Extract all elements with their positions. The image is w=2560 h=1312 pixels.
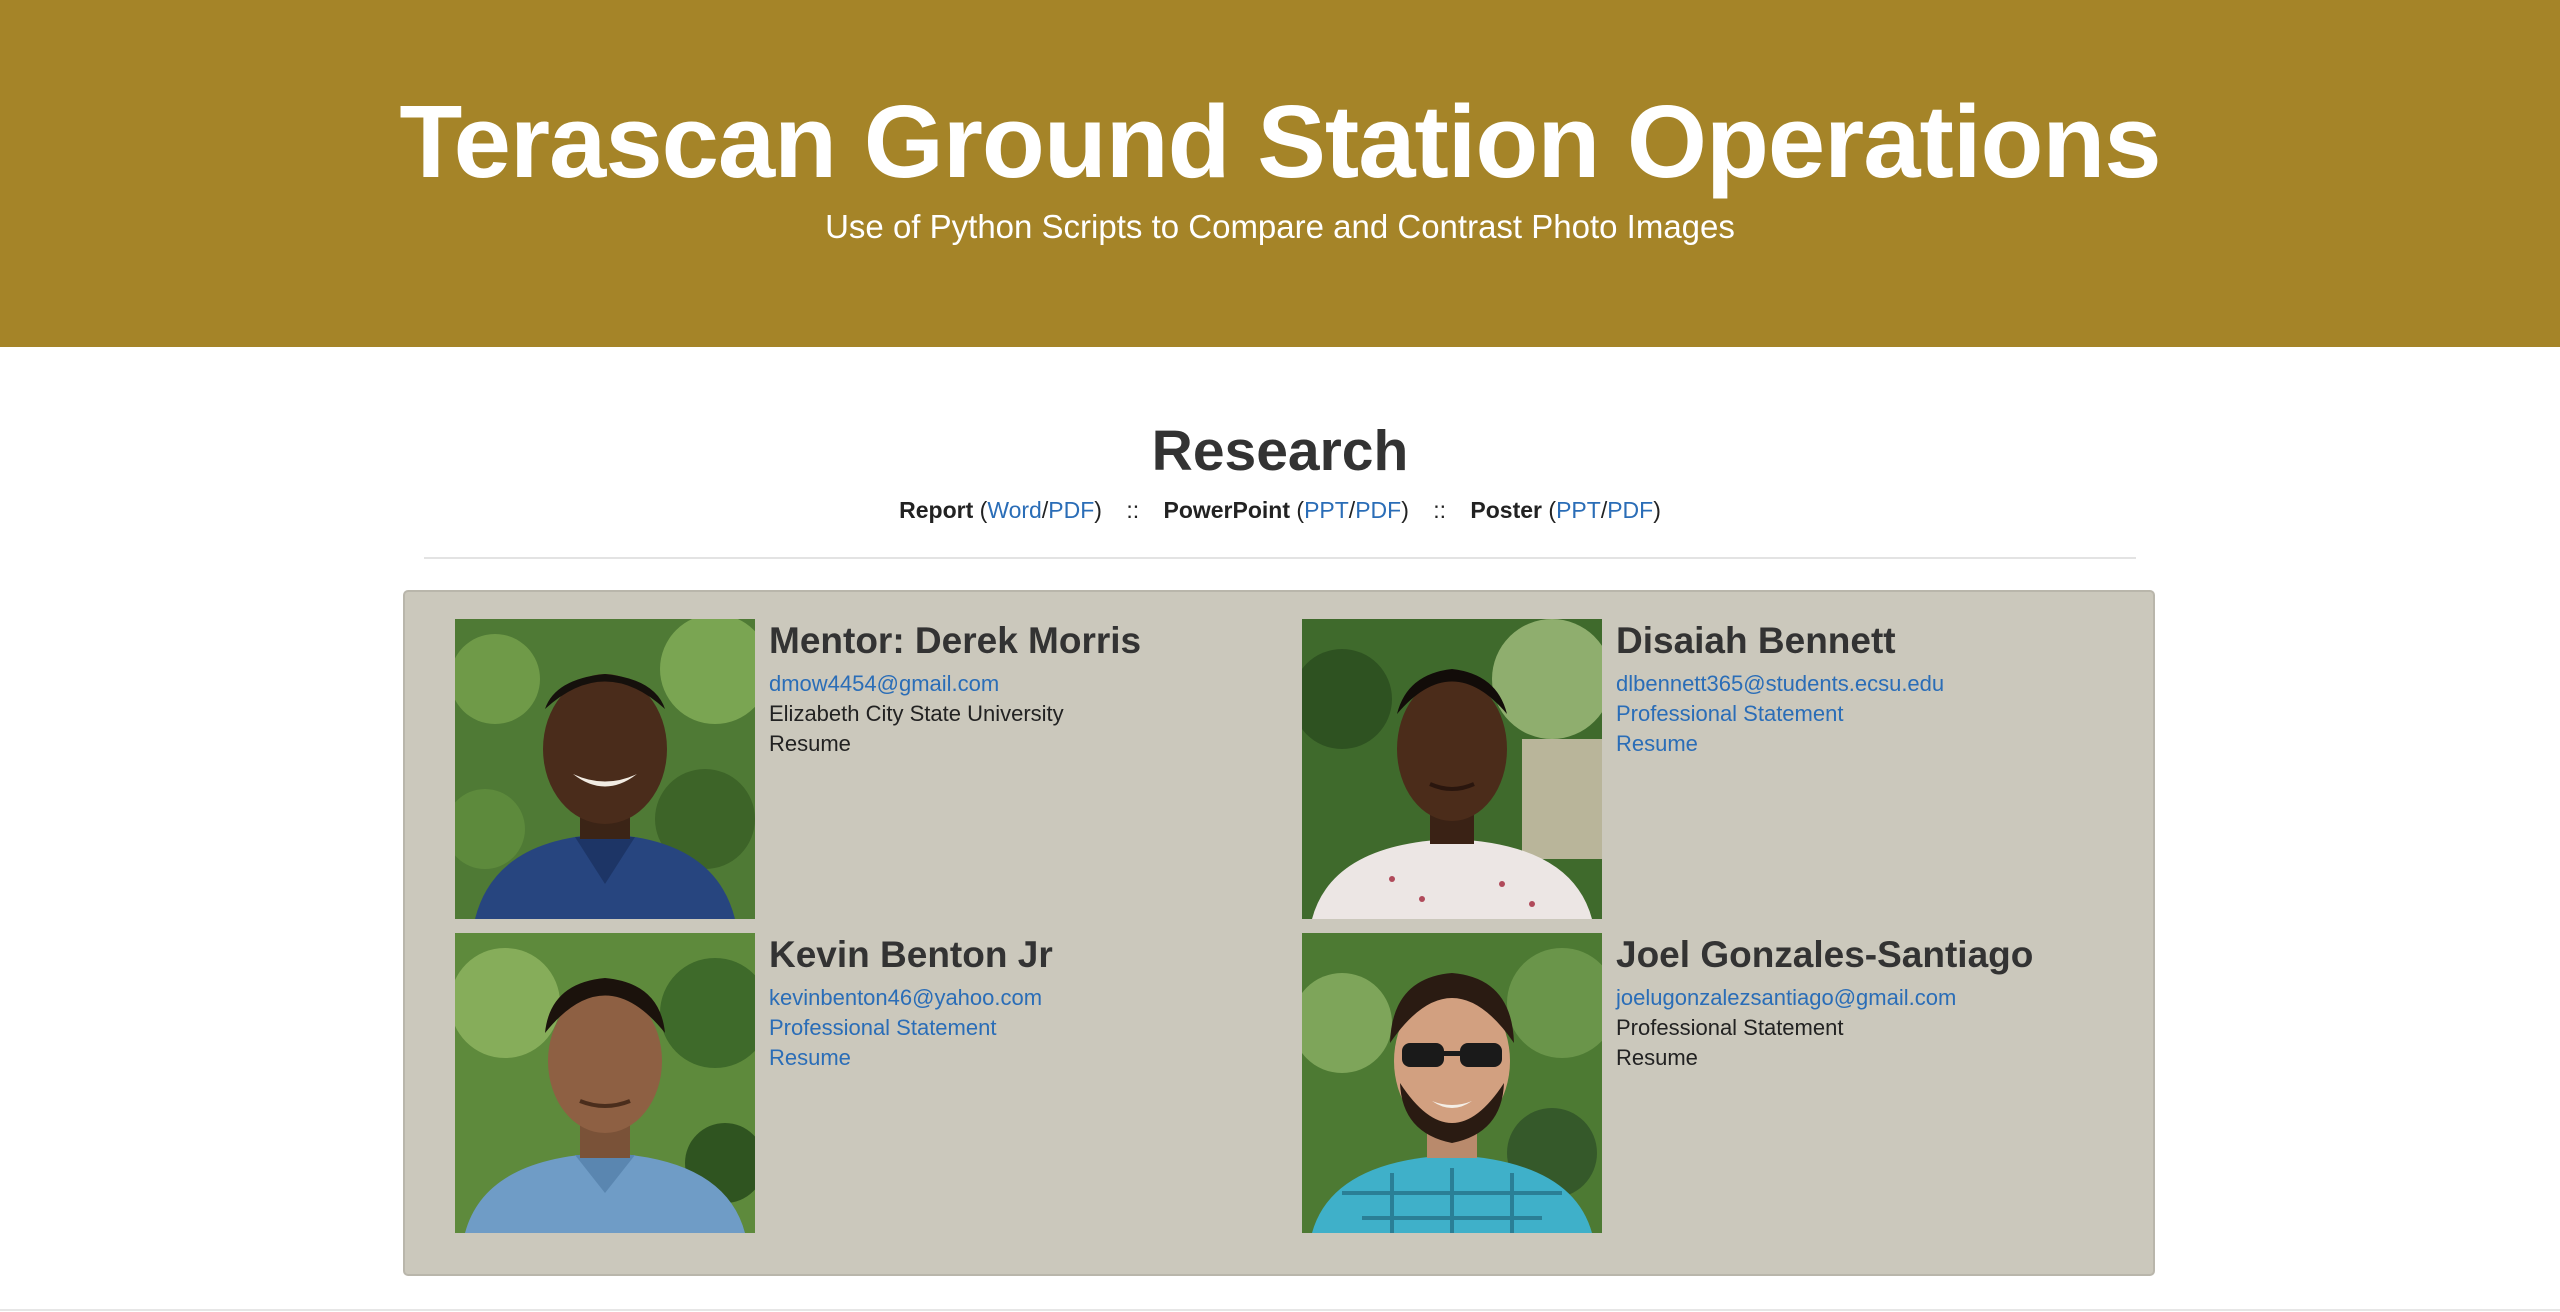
powerpoint-label: PowerPoint (1163, 497, 1290, 523)
team-panel: Mentor: Derek Morris dmow4454@gmail.com … (403, 590, 2155, 1276)
research-documents: Report (Word/PDF) :: PowerPoint (PPT/PDF… (899, 497, 1661, 523)
page-subtitle: Use of Python Scripts to Compare and Con… (825, 208, 1735, 245)
member-info: Kevin Benton Jr kevinbenton46@yahoo.com … (769, 933, 1053, 1073)
profile-photo (1302, 933, 1602, 1233)
team-member-card: Kevin Benton Jr kevinbenton46@yahoo.com … (455, 933, 1275, 1233)
poster-ppt-link[interactable]: PPT (1556, 497, 1601, 523)
profile-photo (455, 933, 755, 1233)
footer-divider (0, 1309, 2560, 1311)
separator: :: (1126, 497, 1140, 523)
resume-link[interactable]: Resume (1616, 731, 1698, 756)
member-resume-text: Resume (769, 731, 851, 756)
report-word-link[interactable]: Word (987, 497, 1042, 523)
poster-pdf-link[interactable]: PDF (1607, 497, 1653, 523)
research-heading: Research (1151, 419, 1409, 483)
profile-photo (455, 619, 755, 919)
page-title: Terascan Ground Station Operations (399, 84, 2161, 199)
member-info: Disaiah Bennett dlbennett365@students.ec… (1616, 619, 1944, 759)
member-email-link[interactable]: dmow4454@gmail.com (769, 671, 999, 696)
resume-link[interactable]: Resume (769, 1045, 851, 1070)
powerpoint-pdf-link[interactable]: PDF (1355, 497, 1401, 523)
member-email-link[interactable]: dlbennett365@students.ecsu.edu (1616, 671, 1944, 696)
report-label: Report (899, 497, 974, 523)
member-resume-text: Resume (1616, 1045, 1698, 1070)
member-affiliation: Elizabeth City State University (769, 701, 1064, 726)
poster-label: Poster (1470, 497, 1543, 523)
professional-statement-text: Professional Statement (1616, 1015, 1844, 1040)
professional-statement-link[interactable]: Professional Statement (769, 1015, 996, 1040)
powerpoint-ppt-link[interactable]: PPT (1304, 497, 1349, 523)
team-member-card: Mentor: Derek Morris dmow4454@gmail.com … (455, 619, 1275, 919)
professional-statement-link[interactable]: Professional Statement (1616, 701, 1843, 726)
team-member-card: Joel Gonzales-Santiago joelugonzalezsant… (1302, 933, 2122, 1233)
member-info: Joel Gonzales-Santiago joelugonzalezsant… (1616, 933, 2033, 1073)
report-pdf-link[interactable]: PDF (1048, 497, 1094, 523)
member-info: Mentor: Derek Morris dmow4454@gmail.com … (769, 619, 1141, 759)
member-name: Mentor: Derek Morris (769, 620, 1142, 661)
member-name: Disaiah Bennett (1616, 620, 1896, 661)
page-header: Terascan Ground Station Operations Use o… (0, 0, 2560, 347)
separator: :: (1433, 497, 1447, 523)
member-email-link[interactable]: joelugonzalezsantiago@gmail.com (1616, 985, 1956, 1010)
team-member-card: Disaiah Bennett dlbennett365@students.ec… (1302, 619, 2122, 919)
divider (424, 557, 2136, 559)
member-name: Joel Gonzales-Santiago (1616, 934, 2034, 975)
profile-photo (1302, 619, 1602, 919)
member-email-link[interactable]: kevinbenton46@yahoo.com (769, 985, 1042, 1010)
member-name: Kevin Benton Jr (769, 934, 1053, 975)
